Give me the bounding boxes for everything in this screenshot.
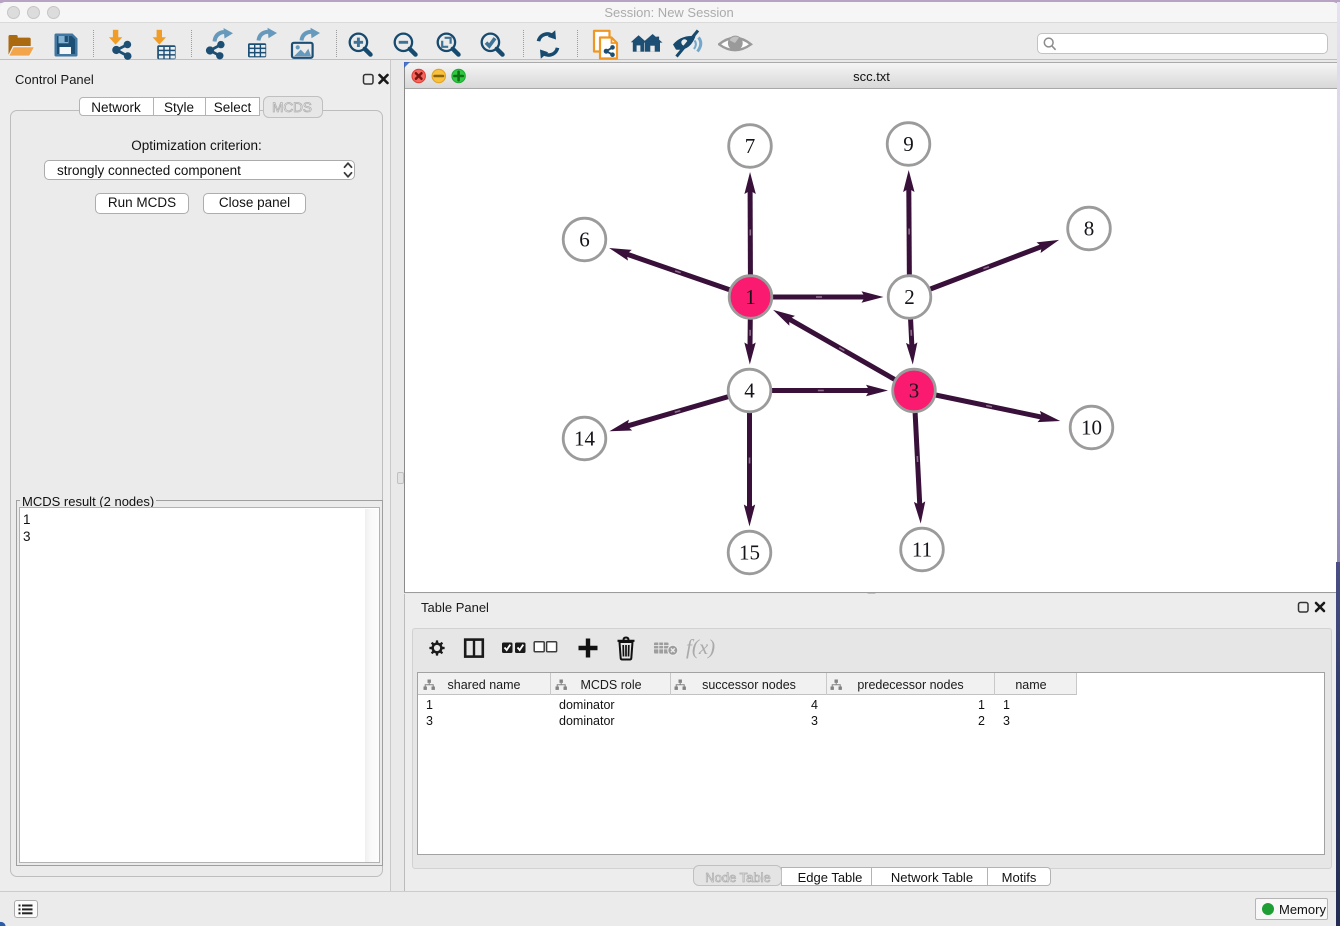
svg-text:4: 4 [744,379,755,403]
svg-text:9: 9 [903,132,914,156]
svg-text:7: 7 [745,134,756,158]
svg-text:2: 2 [904,285,915,309]
svg-text:1: 1 [745,285,756,309]
svg-text:11: 11 [912,538,932,562]
svg-text:3: 3 [909,379,920,403]
svg-text:6: 6 [579,228,590,252]
svg-text:14: 14 [574,427,596,451]
svg-text:10: 10 [1081,416,1102,440]
svg-text:15: 15 [739,541,760,565]
svg-text:8: 8 [1084,217,1095,241]
